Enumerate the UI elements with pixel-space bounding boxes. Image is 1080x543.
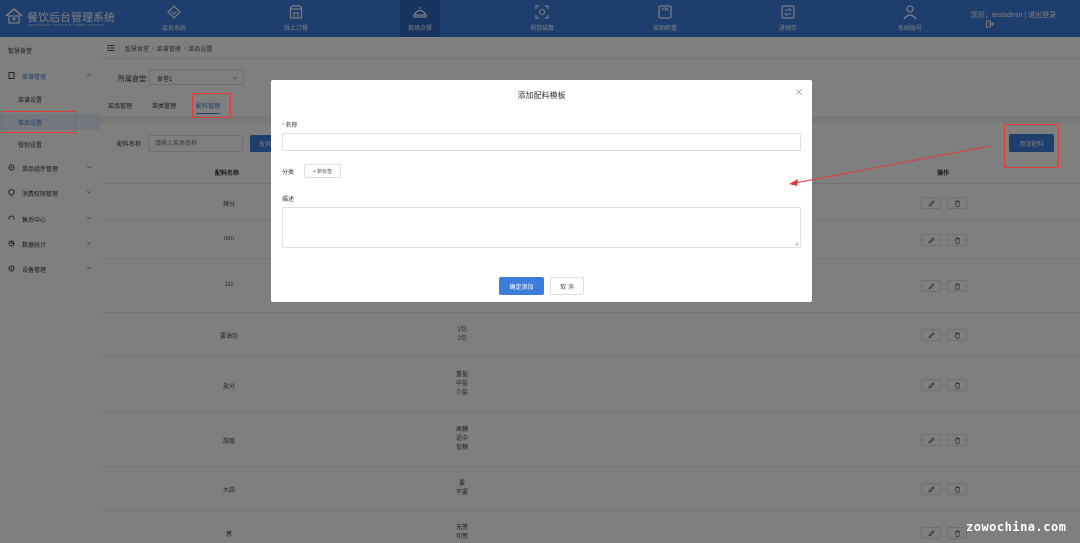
watermark: zowochina.com [966, 520, 1067, 534]
add-ingredient-template-dialog: 添加配料模板 *名称 分类 + 新标签 描述 确定添加 取 消 [271, 80, 812, 302]
name-input[interactable] [283, 134, 800, 150]
name-label: *名称 [282, 120, 297, 129]
description-textarea[interactable] [283, 208, 800, 247]
description-label: 描述 [282, 197, 295, 203]
add-tag-button[interactable]: + 新标签 [304, 164, 341, 178]
dialog-title: 添加配料模板 [517, 91, 566, 100]
confirm-add-button[interactable]: 确定添加 [499, 277, 544, 295]
cancel-button[interactable]: 取 消 [550, 277, 584, 295]
annotation-box-ingredient-tab [192, 93, 231, 118]
resize-handle-icon[interactable] [794, 241, 799, 246]
name-label-text: 名称 [285, 123, 298, 129]
description-field[interactable] [282, 207, 801, 248]
annotation-box-dish-settings [1, 111, 76, 133]
close-icon[interactable] [795, 88, 803, 96]
annotation-box-add-button [1004, 124, 1059, 168]
name-field[interactable] [282, 133, 801, 151]
required-mark: * [282, 123, 285, 129]
category-label: 分类 [282, 170, 295, 176]
